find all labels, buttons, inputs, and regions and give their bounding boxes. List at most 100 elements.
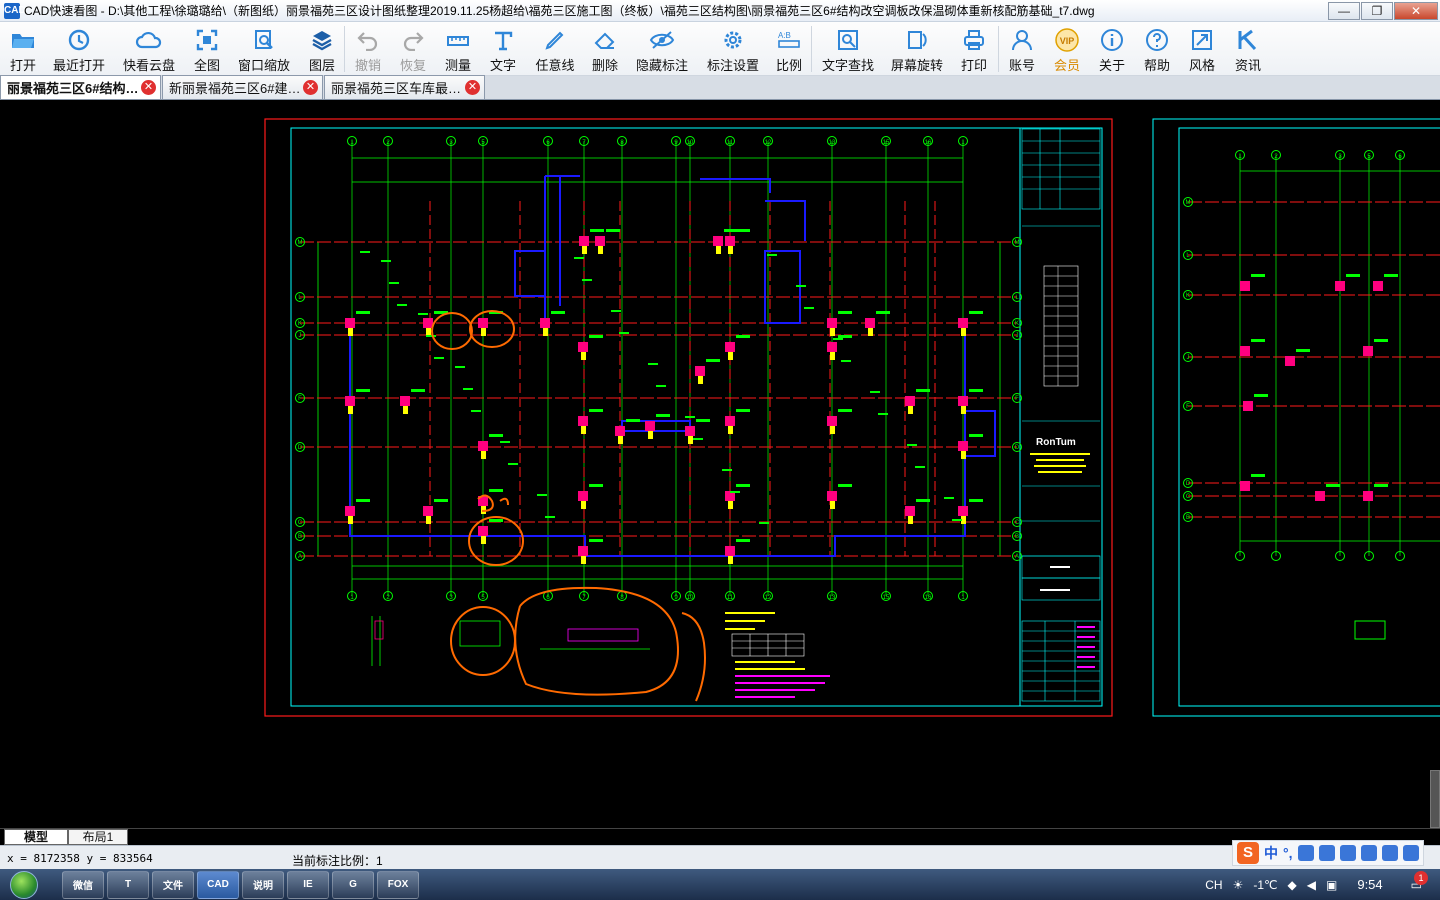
ime-mode[interactable]: 中 <box>1264 843 1278 863</box>
annotation-settings-button[interactable]: 标注设置 <box>699 22 767 76</box>
text-button[interactable]: 文字 <box>481 22 525 76</box>
clock[interactable]: 9:54 <box>1357 877 1382 892</box>
column <box>958 318 968 328</box>
emoji-icon[interactable] <box>1297 845 1314 861</box>
taskbar-app-ie[interactable]: IE <box>287 870 329 899</box>
document-tab[interactable]: 新丽景福苑三区6#建… ✕ <box>162 75 323 99</box>
axis-label: F <box>1186 404 1190 410</box>
toolbox-icon[interactable] <box>1360 845 1377 861</box>
weather-icon[interactable]: ☀ <box>1233 878 1244 892</box>
window-zoom-button[interactable]: 窗口缩放 <box>228 22 300 76</box>
rebar-annotation <box>656 385 666 387</box>
tab-close-icon[interactable]: ✕ <box>303 80 318 95</box>
minimize-button[interactable]: — <box>1328 1 1360 20</box>
drawing-canvas[interactable]: RonTum 1 1 2 2 3 3 5 5 6 6 7 7 8 8 9 9 10 10 11 11 12 12 13 13 1… <box>0 101 1440 828</box>
style-button[interactable]: 风格 <box>1179 22 1225 76</box>
recent-button[interactable]: 最近打开 <box>46 22 112 76</box>
fit-all-button[interactable]: 全图 <box>186 22 228 76</box>
cloud-button[interactable]: 快看云盘 <box>112 22 186 76</box>
column-mark <box>543 328 548 336</box>
toolbar-label: 隐藏标注 <box>635 58 688 73</box>
delete-button[interactable]: 删除 <box>585 22 625 76</box>
rebar-annotation <box>574 257 584 259</box>
language-indicator[interactable]: CH <box>1205 878 1222 892</box>
grid-menu-icon[interactable] <box>1402 845 1419 861</box>
app-icon: CAD <box>4 2 26 19</box>
sogou-logo-icon: S <box>1237 842 1259 864</box>
open-button[interactable]: 打开 <box>0 22 46 76</box>
text-search-icon <box>833 27 863 53</box>
column-tag <box>916 389 930 392</box>
measure-icon <box>443 27 473 53</box>
about-button[interactable]: 关于 <box>1089 22 1135 76</box>
document-tab[interactable]: 丽景福苑三区车库最… ✕ <box>324 75 485 99</box>
freehand-line-button[interactable]: 任意线 <box>525 22 585 76</box>
vip-button[interactable]: VIP 会员 <box>1045 22 1089 76</box>
tab-close-icon[interactable]: ✕ <box>141 80 156 95</box>
column-mark <box>426 516 431 524</box>
shield-icon[interactable]: ◆ <box>1288 878 1297 892</box>
rotate-button[interactable]: 屏幕旋转 <box>884 22 950 76</box>
hide-annotations-button[interactable]: 隐藏标注 <box>625 22 699 76</box>
taskbar-app-wechat[interactable]: 微信 <box>62 870 104 899</box>
document-tab[interactable]: 丽景福苑三区6#结构… ✕ <box>0 75 161 99</box>
help-button[interactable]: 帮助 <box>1135 22 1179 76</box>
tab-close-icon[interactable]: ✕ <box>465 80 480 95</box>
column <box>1240 481 1250 491</box>
rebar-annotation <box>418 313 428 315</box>
taskbar-app-t[interactable]: T <box>107 870 149 899</box>
detail-block <box>1354 620 1386 640</box>
column <box>1285 356 1295 366</box>
redo-button[interactable]: 恢复 <box>391 22 435 76</box>
column <box>645 421 655 431</box>
column <box>540 318 550 328</box>
column-tag <box>736 484 750 487</box>
column-tag <box>838 335 852 338</box>
print-button[interactable]: 打印 <box>950 22 998 76</box>
speaker-icon[interactable]: ◀ <box>1307 878 1316 892</box>
tab-layout1[interactable]: 布局1 <box>68 829 128 845</box>
close-button[interactable]: ✕ <box>1394 1 1438 20</box>
column-mark <box>688 436 693 444</box>
skin-icon[interactable] <box>1381 845 1398 861</box>
mic-icon[interactable] <box>1318 845 1335 861</box>
column-tag <box>1251 339 1265 342</box>
taskbar-app-explorer[interactable]: 文件 <box>152 870 194 899</box>
cad-drawing[interactable]: RonTum 112233556677889910101111121213131… <box>0 101 1440 828</box>
cursor-coordinates: x = 8172358 y = 833564 <box>7 852 153 865</box>
keyboard-icon[interactable] <box>1339 845 1356 861</box>
text-search-button[interactable]: 文字查找 <box>812 22 884 76</box>
column-tag <box>590 229 604 232</box>
taskbar-app-cad[interactable]: CAD <box>197 870 239 899</box>
titleblock-table-lines <box>1044 266 1078 386</box>
start-button[interactable] <box>0 869 48 900</box>
column-tag <box>916 499 930 502</box>
news-button[interactable]: 资讯 <box>1225 22 1271 76</box>
column-tag <box>706 359 720 362</box>
scroll-handle[interactable] <box>1430 770 1440 828</box>
column-mark <box>961 451 966 459</box>
eraser-icon <box>590 27 620 53</box>
taskbar: 微信 T 文件 CAD 说明 IE G FOX CH ☀ -1℃ ◆ ◀ ▣ 9… <box>0 869 1440 900</box>
undo-button[interactable]: 撤销 <box>345 22 391 76</box>
tab-model[interactable]: 模型 <box>4 829 68 845</box>
toolbar-label: 文字 <box>489 58 516 73</box>
maximize-button[interactable]: ❐ <box>1361 1 1393 20</box>
layers-button[interactable]: 图层 <box>300 22 344 76</box>
column-tag <box>736 335 750 338</box>
taskbar-app-doc[interactable]: 说明 <box>242 870 284 899</box>
eye-hide-icon <box>647 27 677 53</box>
column-mark <box>648 431 653 439</box>
column-mark <box>403 406 408 414</box>
ime-punct[interactable]: °, <box>1283 845 1293 861</box>
network-icon[interactable]: ▣ <box>1326 878 1337 892</box>
axis-label: L <box>298 295 302 301</box>
account-button[interactable]: 账号 <box>999 22 1045 76</box>
column <box>827 491 837 501</box>
scale-button[interactable]: A:B 比例 <box>767 22 811 76</box>
ime-toolbar[interactable]: S 中 °, <box>1232 840 1424 866</box>
taskbar-app-foxmail[interactable]: FOX <box>377 870 419 899</box>
taskbar-app-g[interactable]: G <box>332 870 374 899</box>
cloud-icon <box>134 27 164 53</box>
measure-button[interactable]: 测量 <box>435 22 481 76</box>
